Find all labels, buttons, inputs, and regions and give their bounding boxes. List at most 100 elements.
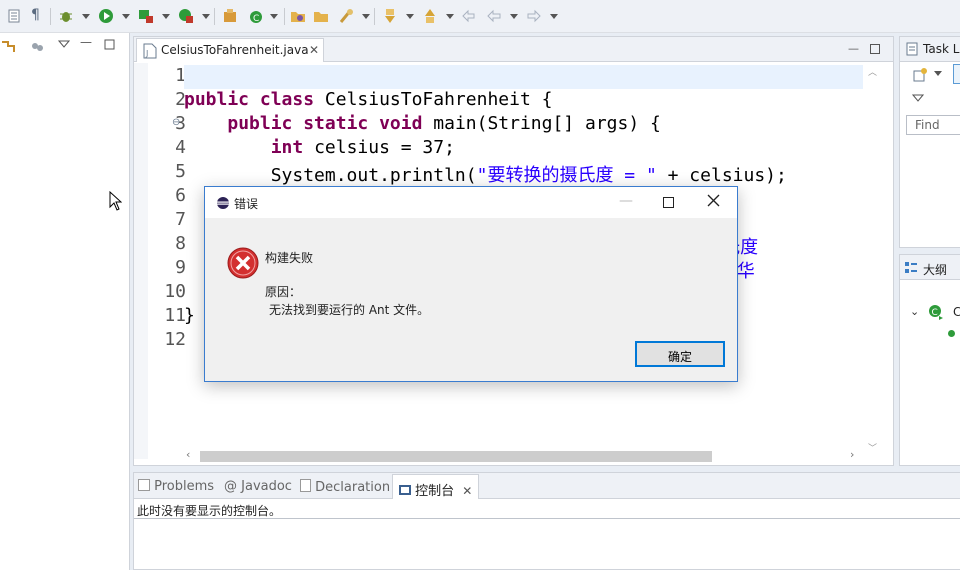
minimize-icon: —: [619, 193, 633, 209]
dialog-reason-label: 原因：: [265, 285, 302, 299]
line-number: 7: [175, 209, 186, 230]
close-icon[interactable]: ✕: [309, 43, 319, 57]
console-icon: [399, 485, 411, 495]
scroll-up-icon[interactable]: ︿: [868, 65, 877, 78]
open-folder-icon[interactable]: [313, 8, 329, 25]
forward-icon[interactable]: [526, 8, 542, 25]
scroll-down-icon[interactable]: ﹀: [868, 441, 877, 454]
task-list-icon: [906, 42, 918, 59]
tab-console[interactable]: 控制台 ✕: [392, 474, 480, 499]
close-icon[interactable]: ✕: [462, 484, 472, 498]
outline-panel: 大纲 ⌄ C C: [899, 254, 960, 466]
error-dialog: 错误 — 构建失败 原因： 无法找到要运行的 Ant 文件。 确定: [204, 186, 738, 382]
line-number: 2: [175, 89, 186, 110]
tab-javadoc-label: Javadoc: [241, 479, 292, 494]
view-menu-icon[interactable]: [57, 38, 71, 53]
vertical-scrollbar[interactable]: ︿ ﹀: [864, 63, 881, 454]
tree-expand-icon[interactable]: ⌄: [910, 305, 919, 318]
code-line: System.out.println("要转换的摄氏度 = " + celsiu…: [184, 161, 787, 187]
maximize-icon[interactable]: [663, 196, 674, 212]
tab-problems-label: Problems: [154, 479, 215, 494]
line-number: 9: [175, 257, 186, 278]
console-message: 此时没有要显示的控制台。: [137, 504, 282, 518]
prev-annotation-icon[interactable]: [422, 8, 438, 25]
maximize-icon[interactable]: [104, 39, 115, 53]
show-whitespace-icon[interactable]: [6, 8, 22, 25]
svg-text:C: C: [932, 308, 938, 318]
minimize-icon[interactable]: —: [80, 35, 92, 49]
problems-icon: [138, 479, 150, 491]
declaration-icon: [300, 479, 311, 492]
code-text: + celsius);: [656, 165, 787, 186]
scroll-right-icon[interactable]: ›: [850, 448, 854, 461]
console-divider: [134, 518, 960, 519]
error-icon: [227, 247, 259, 282]
filter-toggle[interactable]: [953, 64, 960, 84]
tab-declaration[interactable]: Declaration: [300, 479, 390, 495]
line-number: 4: [175, 137, 186, 158]
pilcrow-icon[interactable]: ¶: [31, 7, 40, 24]
task-list-panel: Task L Find: [899, 36, 960, 248]
main-toolbar: ¶ C: [0, 0, 960, 33]
code-keyword: public class: [184, 89, 325, 110]
link-editor-icon[interactable]: [0, 39, 16, 58]
line-number: 1: [175, 65, 186, 86]
new-class-icon[interactable]: C: [248, 8, 264, 25]
debug-icon[interactable]: [58, 8, 74, 25]
code-line: int celsius = 37;: [184, 137, 455, 158]
horizontal-scrollbar[interactable]: ‹ ›: [184, 448, 864, 465]
method-icon[interactable]: [948, 330, 955, 337]
code-text: }: [184, 305, 195, 326]
fold-collapse-icon[interactable]: ⊖: [172, 117, 180, 128]
editor-tab-label: CelsiusToFahrenheit.java: [161, 43, 309, 57]
task-list-title[interactable]: Task L: [923, 42, 959, 56]
code-text: CelsiusToFahrenheit {: [324, 89, 553, 110]
focus-icon[interactable]: [30, 39, 46, 58]
back-icon[interactable]: [486, 8, 502, 25]
scroll-left-icon[interactable]: ‹: [186, 448, 190, 461]
console-panel: Problems @ Javadoc Declaration 控制台 ✕ 此时没…: [133, 472, 960, 570]
external-tools-icon[interactable]: [178, 8, 194, 25]
tab-celsius-to-fahrenheit[interactable]: J CelsiusToFahrenheit.java ✕: [136, 38, 324, 62]
ok-button[interactable]: 确定: [635, 341, 725, 367]
code-string: "要转换的摄氏度 = ": [476, 165, 657, 186]
dialog-reason-text: 无法找到要运行的 Ant 文件。: [269, 303, 430, 317]
tab-declaration-label: Declaration: [315, 480, 391, 495]
outline-title[interactable]: 大纲: [923, 261, 947, 278]
tab-problems[interactable]: Problems: [138, 479, 214, 494]
run-icon[interactable]: [98, 8, 114, 25]
eclipse-logo-icon: [216, 196, 230, 213]
dialog-heading: 构建失败: [265, 251, 314, 265]
close-icon[interactable]: [707, 194, 720, 211]
code-text: celsius = 37;: [314, 137, 455, 158]
at-icon: @: [224, 479, 237, 494]
outline-tree-item[interactable]: C: [953, 305, 960, 319]
tab-javadoc[interactable]: @ Javadoc: [224, 479, 292, 494]
minimize-icon[interactable]: —: [848, 42, 859, 55]
horizontal-scroll-thumb[interactable]: [200, 451, 712, 462]
next-annotation-icon[interactable]: [382, 8, 398, 25]
code-line: public class CelsiusToFahrenheit {: [184, 89, 552, 110]
new-java-project-icon[interactable]: [222, 8, 238, 25]
maximize-icon[interactable]: [870, 44, 880, 57]
java-file-icon: J: [143, 43, 157, 62]
line-number: 10: [164, 281, 186, 302]
line-number: 5: [175, 161, 186, 182]
view-menu-icon[interactable]: [911, 92, 925, 106]
class-icon: C: [928, 304, 944, 323]
code-line: public static void main(String[] args) {: [184, 113, 660, 134]
line-number: 11: [164, 305, 186, 326]
code-keyword: int: [270, 137, 315, 158]
line-number: 6: [175, 185, 186, 206]
dialog-titlebar[interactable]: 错误 —: [205, 187, 737, 218]
line-number: 12: [164, 329, 186, 350]
last-edit-icon[interactable]: [460, 8, 476, 25]
search-icon[interactable]: [338, 8, 354, 25]
new-task-icon[interactable]: [912, 67, 928, 86]
line-number: 8: [175, 233, 186, 254]
open-type-icon[interactable]: [290, 8, 306, 25]
find-input[interactable]: Find: [906, 115, 960, 135]
coverage-icon[interactable]: [138, 8, 154, 25]
